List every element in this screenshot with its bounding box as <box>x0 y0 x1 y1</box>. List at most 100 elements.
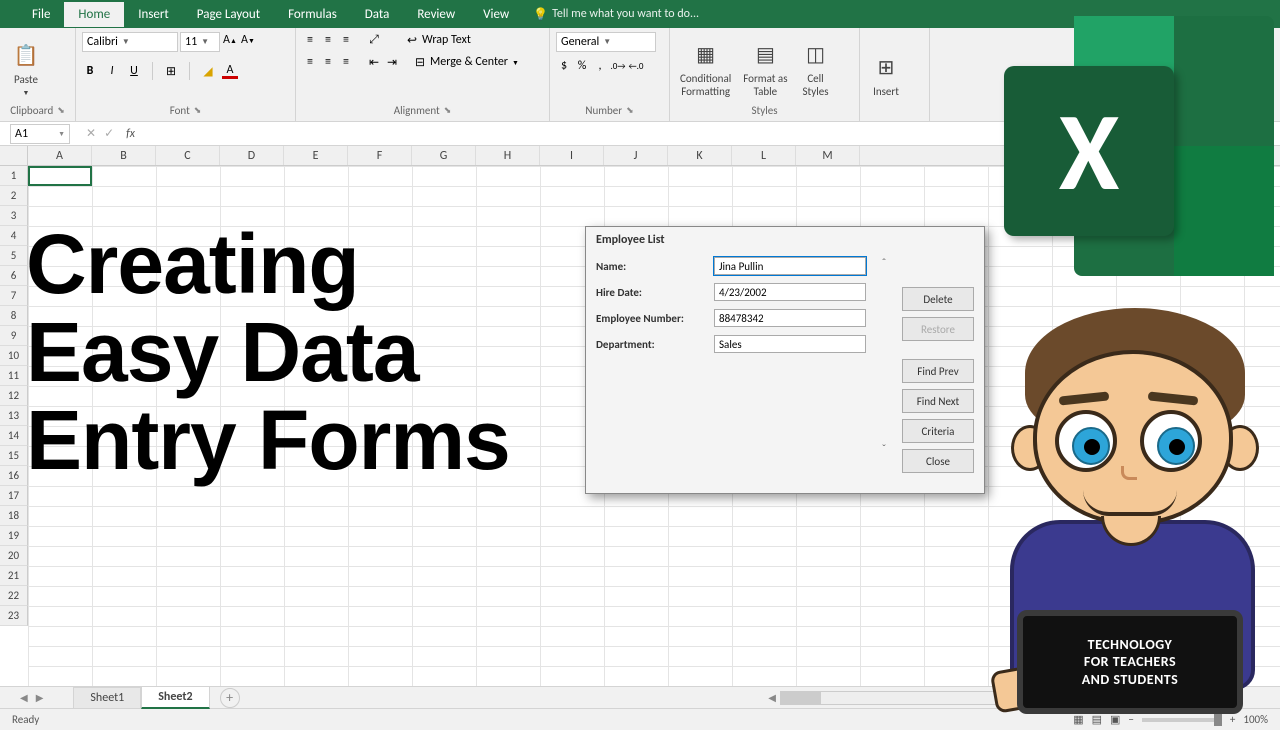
conditional-formatting-button[interactable]: ▦ Conditional Formatting <box>676 36 735 100</box>
dialog-launcher-icon[interactable]: ⬊ <box>57 105 65 116</box>
cell-styles-button[interactable]: ◫ Cell Styles <box>796 36 836 100</box>
tab-file[interactable]: File <box>18 2 64 27</box>
row-header[interactable]: 7 <box>0 286 28 306</box>
align-right-icon[interactable]: ≡ <box>338 54 354 70</box>
align-middle-icon[interactable]: ≡ <box>320 32 336 48</box>
align-top-icon[interactable]: ≡ <box>302 32 318 48</box>
row-header[interactable]: 21 <box>0 566 28 586</box>
row-header[interactable]: 10 <box>0 346 28 366</box>
sheet-tab-sheet2[interactable]: Sheet2 <box>141 686 209 709</box>
format-as-table-button[interactable]: ▤ Format as Table <box>739 36 791 100</box>
cancel-icon[interactable]: ✕ <box>86 126 96 141</box>
fx-label[interactable]: fx <box>126 127 135 141</box>
tab-page-layout[interactable]: Page Layout <box>183 2 274 27</box>
insert-cells-button[interactable]: ⊞ Insert <box>866 49 906 100</box>
col-header[interactable]: H <box>476 146 540 165</box>
col-header[interactable]: I <box>540 146 604 165</box>
row-header[interactable]: 12 <box>0 386 28 406</box>
italic-button[interactable]: I <box>104 63 120 79</box>
form-scroll-down-icon[interactable]: ˇ <box>882 443 887 457</box>
comma-button[interactable]: , <box>592 58 608 74</box>
decrease-font-icon[interactable]: A▼ <box>240 32 256 48</box>
row-header[interactable]: 8 <box>0 306 28 326</box>
align-left-icon[interactable]: ≡ <box>302 54 318 70</box>
align-center-icon[interactable]: ≡ <box>320 54 336 70</box>
tab-review[interactable]: Review <box>403 2 469 27</box>
select-all-corner[interactable] <box>0 146 28 165</box>
dialog-launcher-icon[interactable]: ⬊ <box>194 105 202 116</box>
table-icon: ▤ <box>749 38 781 70</box>
wrap-text-button[interactable]: Wrap Text <box>422 33 471 47</box>
row-header[interactable]: 4 <box>0 226 28 246</box>
increase-indent-icon[interactable]: ⇥ <box>384 54 400 70</box>
sheet-nav-next-icon[interactable]: ▶ <box>36 691 44 704</box>
row-header[interactable]: 6 <box>0 266 28 286</box>
row-header[interactable]: 22 <box>0 586 28 606</box>
row-header[interactable]: 19 <box>0 526 28 546</box>
tab-view[interactable]: View <box>469 2 523 27</box>
row-header[interactable]: 11 <box>0 366 28 386</box>
col-header[interactable]: G <box>412 146 476 165</box>
increase-font-icon[interactable]: A▲ <box>222 32 238 48</box>
form-dept-input[interactable] <box>714 335 866 353</box>
merge-center-button[interactable]: Merge & Center <box>430 55 508 69</box>
row-header[interactable]: 13 <box>0 406 28 426</box>
form-emp-input[interactable] <box>714 309 866 327</box>
col-header[interactable]: E <box>284 146 348 165</box>
add-sheet-button[interactable]: + <box>220 688 240 708</box>
bold-button[interactable]: B <box>82 63 98 79</box>
tab-insert[interactable]: Insert <box>124 2 183 27</box>
name-box[interactable]: A1▼ <box>10 124 70 144</box>
form-name-input[interactable] <box>714 257 866 275</box>
font-size-select[interactable]: 11▼ <box>180 32 220 52</box>
row-header[interactable]: 1 <box>0 166 28 186</box>
col-header[interactable]: A <box>28 146 92 165</box>
row-header[interactable]: 16 <box>0 466 28 486</box>
tab-data[interactable]: Data <box>351 2 404 27</box>
sheet-tab-sheet1[interactable]: Sheet1 <box>73 687 141 708</box>
paste-button[interactable]: 📋 Paste ▼ <box>6 37 46 99</box>
borders-button[interactable]: ⊞ <box>163 63 179 79</box>
enter-icon[interactable]: ✓ <box>104 126 114 141</box>
row-header[interactable]: 20 <box>0 546 28 566</box>
tab-formulas[interactable]: Formulas <box>274 2 351 27</box>
font-color-button[interactable]: A <box>222 63 238 79</box>
decrease-indent-icon[interactable]: ⇤ <box>366 54 382 70</box>
font-family-select[interactable]: Calibri▼ <box>82 32 178 52</box>
orientation-icon[interactable]: ⤢ <box>366 32 382 48</box>
insert-icon: ⊞ <box>870 51 902 83</box>
row-header[interactable]: 18 <box>0 506 28 526</box>
tab-home[interactable]: Home <box>64 2 124 27</box>
decrease-decimal-icon[interactable]: ←.0 <box>628 58 644 74</box>
percent-button[interactable]: % <box>574 58 590 74</box>
dialog-launcher-icon[interactable]: ⬊ <box>444 105 452 116</box>
increase-decimal-icon[interactable]: .0→ <box>610 58 626 74</box>
row-header[interactable]: 14 <box>0 426 28 446</box>
underline-button[interactable]: U <box>126 63 142 79</box>
sheet-nav-prev-icon[interactable]: ◀ <box>20 691 28 704</box>
col-header[interactable]: J <box>604 146 668 165</box>
align-bottom-icon[interactable]: ≡ <box>338 32 354 48</box>
row-header[interactable]: 17 <box>0 486 28 506</box>
col-header[interactable]: L <box>732 146 796 165</box>
form-hire-input[interactable] <box>714 283 866 301</box>
col-header[interactable]: F <box>348 146 412 165</box>
form-scroll-up-icon[interactable]: ˆ <box>882 257 887 271</box>
row-header[interactable]: 3 <box>0 206 28 226</box>
scroll-left-icon[interactable]: ◀ <box>768 691 776 704</box>
row-header[interactable]: 23 <box>0 606 28 626</box>
currency-button[interactable]: $ <box>556 58 572 74</box>
row-header[interactable]: 2 <box>0 186 28 206</box>
col-header[interactable]: K <box>668 146 732 165</box>
col-header[interactable]: B <box>92 146 156 165</box>
col-header[interactable]: D <box>220 146 284 165</box>
dialog-launcher-icon[interactable]: ⬊ <box>626 105 634 116</box>
number-format-select[interactable]: General▼ <box>556 32 656 52</box>
col-header[interactable]: M <box>796 146 860 165</box>
tell-me-search[interactable]: 💡 Tell me what you want to do... <box>533 7 699 22</box>
fill-color-button[interactable]: ◢ <box>200 63 216 79</box>
col-header[interactable]: C <box>156 146 220 165</box>
row-header[interactable]: 5 <box>0 246 28 266</box>
row-header[interactable]: 15 <box>0 446 28 466</box>
row-header[interactable]: 9 <box>0 326 28 346</box>
